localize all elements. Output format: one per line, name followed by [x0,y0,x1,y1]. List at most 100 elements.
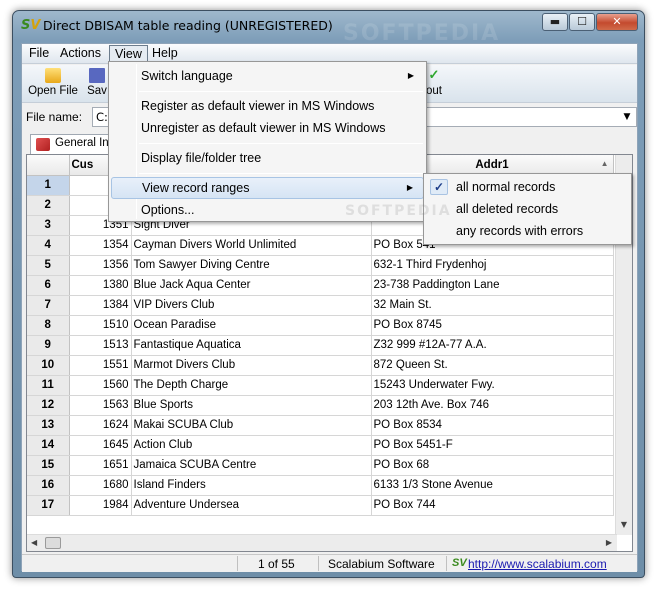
status-separator [237,556,238,571]
row-number-cell[interactable]: 14 [27,435,70,456]
custno-cell[interactable]: 1651 [69,455,132,476]
maximize-button[interactable]: ☐ [569,13,595,31]
scroll-left-icon[interactable]: ◀ [31,538,37,547]
company-cell[interactable]: Tom Sawyer Diving Centre [131,255,372,276]
horizontal-scrollbar[interactable]: ◀ ▶ [27,534,617,551]
company-cell[interactable]: Cayman Divers World Unlimited [131,235,372,256]
company-cell[interactable]: Blue Sports [131,395,372,416]
website-link[interactable]: http://www.scalabium.com [468,557,607,571]
custno-cell[interactable]: 1510 [69,315,132,336]
table-row[interactable]: 9 1513 Fantastique Aquatica Z32 999 #12A-77… [27,335,614,356]
custno-cell[interactable]: 1551 [69,355,132,376]
custno-cell[interactable]: 1513 [69,335,132,356]
table-row[interactable]: 14 1645 Action Club PO Box 5451-F [27,435,614,456]
minimize-button[interactable]: ▬ [542,13,568,31]
menu-item-register-default-viewer[interactable]: Register as default viewer in MS Windows [111,95,424,117]
menu-item-display-tree[interactable]: Display file/folder tree [111,147,424,169]
row-number-cell[interactable]: 15 [27,455,70,476]
company-cell[interactable]: Blue Jack Aqua Center [131,275,372,296]
chevron-down-icon[interactable]: ▼ [620,109,634,125]
row-number-cell[interactable]: 2 [27,195,70,216]
save-icon [89,68,105,83]
row-number-cell[interactable]: 16 [27,475,70,496]
company-cell[interactable]: Ocean Paradise [131,315,372,336]
addr1-cell[interactable]: PO Box 8745 [371,315,614,336]
close-button[interactable]: ✕ [596,13,638,31]
custno-cell[interactable]: 1680 [69,475,132,496]
menu-file[interactable]: File [24,45,54,63]
table-row[interactable]: 6 1380 Blue Jack Aqua Center 23-738 Padding… [27,275,614,296]
tab-general-info[interactable]: General Inf [30,134,119,155]
row-number-cell[interactable]: 10 [27,355,70,376]
table-row[interactable]: 17 1984 Adventure Undersea PO Box 744 [27,495,614,516]
menu-item-switch-language[interactable]: Switch language ▶ [111,65,424,87]
row-number-cell[interactable]: 6 [27,275,70,296]
table-row[interactable]: 10 1551 Marmot Divers Club 872 Queen St. [27,355,614,376]
open-file-button[interactable]: Open File [26,67,80,101]
company-cell[interactable]: Action Club [131,435,372,456]
custno-cell[interactable]: 1354 [69,235,132,256]
row-number-cell[interactable]: 9 [27,335,70,356]
row-number-cell[interactable]: 5 [27,255,70,276]
menu-actions[interactable]: Actions [55,45,106,63]
table-row[interactable]: 5 1356 Tom Sawyer Diving Centre 632-1 Third… [27,255,614,276]
row-number-cell[interactable]: 1 [27,175,70,196]
company-cell[interactable]: The Depth Charge [131,375,372,396]
company-cell[interactable]: Island Finders [131,475,372,496]
custno-cell[interactable]: 1624 [69,415,132,436]
table-row[interactable]: 11 1560 The Depth Charge 15243 Underwater F… [27,375,614,396]
table-row[interactable]: 7 1384 VIP Divers Club 32 Main St. [27,295,614,316]
submenu-item-all-normal-records[interactable]: ✓ all normal records [426,176,629,198]
row-number-cell[interactable]: 4 [27,235,70,256]
table-row[interactable]: 12 1563 Blue Sports 203 12th Ave. Box 746 [27,395,614,416]
scroll-right-icon[interactable]: ▶ [606,538,612,547]
addr1-cell[interactable]: Z32 999 #12A-77 A.A. [371,335,614,356]
addr1-cell[interactable]: PO Box 8534 [371,415,614,436]
company-cell[interactable]: Adventure Undersea [131,495,372,516]
addr1-cell[interactable]: PO Box 5451-F [371,435,614,456]
row-number-cell[interactable]: 11 [27,375,70,396]
watermark: SOFTPEDIA [345,203,452,219]
menu-item-unregister-default-viewer[interactable]: Unregister as default viewer in MS Windo… [111,117,424,139]
table-row[interactable]: 16 1680 Island Finders 6133 1/3 Stone Avenu… [27,475,614,496]
addr1-cell[interactable]: 32 Main St. [371,295,614,316]
addr1-cell[interactable]: 872 Queen St. [371,355,614,376]
horizontal-scroll-thumb[interactable] [45,537,61,549]
addr1-cell[interactable]: 203 12th Ave. Box 746 [371,395,614,416]
info-icon [36,138,50,151]
addr1-cell[interactable]: 6133 1/3 Stone Avenue [371,475,614,496]
title-bar[interactable]: SV Direct DBISAM table reading (UNREGIST… [13,11,644,46]
row-number-cell[interactable]: 7 [27,295,70,316]
row-number-cell[interactable]: 3 [27,215,70,236]
addr1-cell[interactable]: PO Box 68 [371,455,614,476]
custno-cell[interactable]: 1356 [69,255,132,276]
table-row[interactable]: 13 1624 Makai SCUBA Club PO Box 8534 [27,415,614,436]
custno-cell[interactable]: 1380 [69,275,132,296]
table-row[interactable]: 8 1510 Ocean Paradise PO Box 8745 [27,315,614,336]
company-cell[interactable]: Fantastique Aquatica [131,335,372,356]
custno-cell[interactable]: 1645 [69,435,132,456]
row-number-cell[interactable]: 12 [27,395,70,416]
addr1-cell[interactable]: 15243 Underwater Fwy. [371,375,614,396]
table-row[interactable]: 15 1651 Jamaica SCUBA Centre PO Box 68 [27,455,614,476]
row-number-cell[interactable]: 17 [27,495,70,516]
submenu-arrow-icon: ▶ [407,71,414,80]
scroll-down-icon[interactable]: ▼ [621,520,627,529]
corner-header [27,155,70,176]
row-number-cell[interactable]: 13 [27,415,70,436]
addr1-cell[interactable]: PO Box 744 [371,495,614,516]
company-cell[interactable]: Marmot Divers Club [131,355,372,376]
custno-cell[interactable]: 1563 [69,395,132,416]
company-cell[interactable]: VIP Divers Club [131,295,372,316]
custno-cell[interactable]: 1984 [69,495,132,516]
company-cell[interactable]: Jamaica SCUBA Centre [131,455,372,476]
company-cell[interactable]: Makai SCUBA Club [131,415,372,436]
custno-cell[interactable]: 1560 [69,375,132,396]
custno-cell[interactable]: 1384 [69,295,132,316]
addr1-cell[interactable]: 23-738 Paddington Lane [371,275,614,296]
menu-item-view-record-ranges[interactable]: View record ranges ▶ [111,177,424,199]
submenu-item-all-deleted-records[interactable]: all deleted records [426,198,629,220]
row-number-cell[interactable]: 8 [27,315,70,336]
submenu-item-records-with-errors[interactable]: any records with errors [426,220,629,242]
addr1-cell[interactable]: 632-1 Third Frydenhoj [371,255,614,276]
